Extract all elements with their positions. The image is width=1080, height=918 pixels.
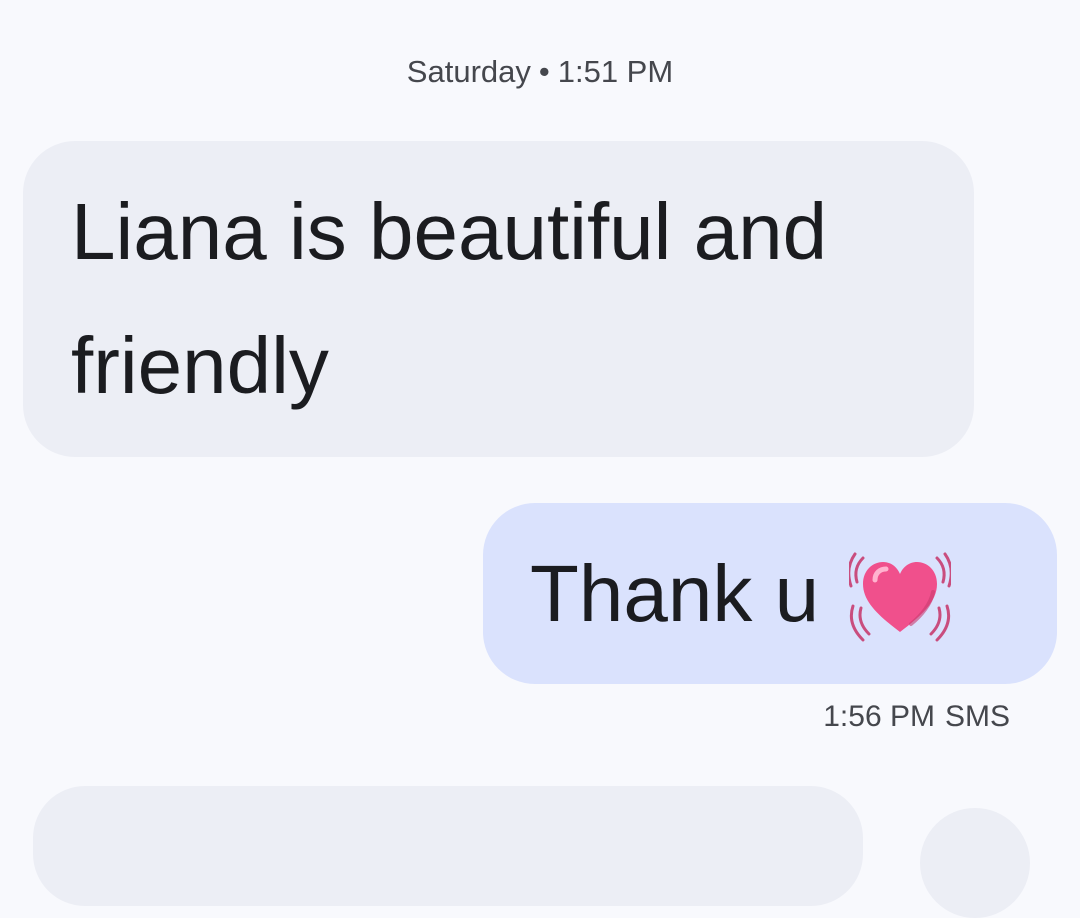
message-metadata: 1:56 PM SMS [823, 697, 1010, 737]
day-header-time: 1:51 PM [557, 54, 674, 89]
outgoing-message-bubble[interactable]: Thank u [483, 503, 1057, 684]
incoming-message-text: Liana is beautiful and friendly [71, 187, 828, 410]
message-time: 1:56 PM [823, 700, 935, 733]
partial-message-bubble[interactable] [33, 786, 863, 906]
heart-icon [849, 552, 952, 641]
day-header: Saturday • 1:51 PM [0, 50, 1080, 94]
partial-reaction-button[interactable] [920, 808, 1030, 918]
outgoing-message-text: Thank u [530, 548, 820, 638]
day-header-separator: • [538, 54, 550, 89]
incoming-message-bubble[interactable]: Liana is beautiful and friendly [23, 141, 974, 457]
day-header-day: Saturday [406, 54, 531, 89]
message-type: SMS [944, 700, 1010, 733]
